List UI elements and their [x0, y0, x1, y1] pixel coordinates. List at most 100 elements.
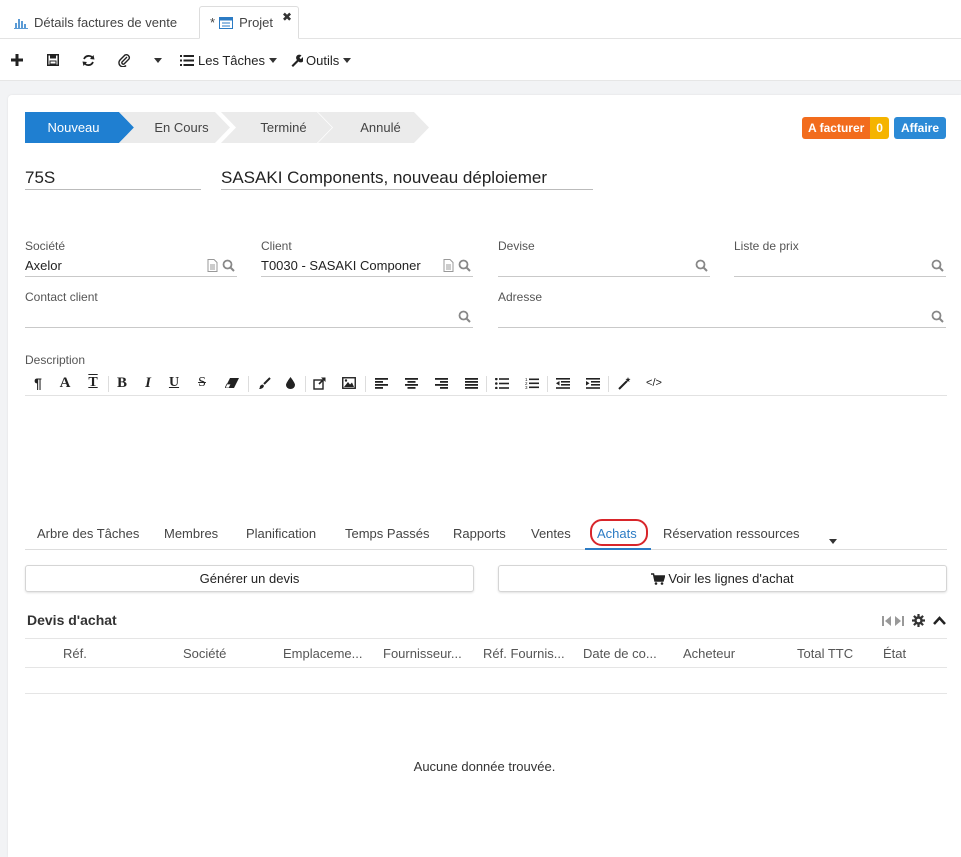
address-field[interactable]	[498, 309, 946, 328]
tab-sales[interactable]: Ventes	[531, 526, 571, 541]
column-header[interactable]: État	[883, 646, 943, 661]
search-icon[interactable]	[222, 259, 235, 272]
image-icon[interactable]	[340, 374, 358, 392]
search-icon[interactable]	[695, 259, 708, 272]
first-page-icon[interactable]	[882, 615, 891, 626]
tab-purchases[interactable]: Achats	[597, 526, 637, 541]
italic-icon[interactable]: I	[139, 374, 157, 392]
tab-reports[interactable]: Rapports	[453, 526, 506, 541]
separator	[248, 376, 249, 392]
align-left-icon[interactable]	[372, 374, 390, 392]
column-header[interactable]: Fournisseur...	[383, 646, 475, 661]
to-invoice-count: 0	[870, 117, 889, 139]
separator	[486, 376, 487, 392]
status-step-in-progress[interactable]: En Cours	[119, 112, 230, 143]
numbered-list-icon[interactable]: 123	[523, 374, 541, 392]
contact-field[interactable]	[25, 309, 473, 328]
document-icon[interactable]	[207, 259, 218, 272]
tab-time-spent[interactable]: Temps Passés	[345, 526, 430, 541]
company-field[interactable]: Axelor	[25, 258, 237, 277]
tab-sales-invoice-details[interactable]: Détails factures de vente	[4, 6, 196, 39]
tab-project[interactable]: * Projet ✖	[199, 6, 299, 39]
tasks-menu[interactable]: Les Tâches	[180, 51, 277, 69]
grid-header: Réf. Société Emplaceme... Fournisseur...…	[25, 638, 947, 668]
outdent-icon[interactable]	[554, 374, 572, 392]
client-field[interactable]: T0030 - SASAKI Componer	[261, 258, 473, 277]
magic-wand-icon[interactable]	[615, 374, 633, 392]
column-header[interactable]: Réf.	[63, 646, 153, 661]
empty-message: Aucune donnée trouvée.	[413, 759, 556, 774]
chevron-up-icon[interactable]	[933, 616, 946, 625]
chevron-down-icon	[343, 57, 352, 63]
tab-label-star: *	[210, 15, 216, 30]
more-dropdown[interactable]	[150, 51, 162, 69]
lower-tab-bar: Arbre des Tâches Membres Planification T…	[25, 519, 947, 550]
align-center-icon[interactable]	[402, 374, 420, 392]
external-link-icon[interactable]	[310, 374, 328, 392]
tab-members[interactable]: Membres	[164, 526, 218, 541]
separator	[608, 376, 609, 392]
code-icon[interactable]: </>	[645, 374, 663, 392]
status-step-label: En Cours	[154, 120, 209, 135]
paperclip-icon	[118, 54, 130, 67]
column-header[interactable]: Société	[183, 646, 273, 661]
badges: A facturer 0 Affaire	[802, 117, 946, 139]
gear-icon[interactable]	[912, 614, 925, 627]
to-invoice-label: A facturer	[802, 117, 871, 139]
status-step-done[interactable]: Terminé	[221, 112, 332, 143]
eraser-icon[interactable]	[223, 374, 241, 392]
align-right-icon[interactable]	[432, 374, 450, 392]
project-name-field[interactable]: SASAKI Components, nouveau déploiemer	[221, 168, 593, 190]
add-button[interactable]	[11, 51, 23, 69]
text-height-icon[interactable]: T	[84, 374, 102, 392]
tab-planning[interactable]: Planification	[246, 526, 316, 541]
to-invoice-badge[interactable]: A facturer 0	[802, 117, 889, 139]
indent-icon[interactable]	[584, 374, 602, 392]
view-purchase-lines-button[interactable]: Voir les lignes d'achat	[498, 565, 947, 592]
column-header[interactable]: Emplaceme...	[283, 646, 373, 661]
bold-icon[interactable]: B	[113, 374, 131, 392]
last-page-icon[interactable]	[895, 615, 904, 626]
align-justify-icon[interactable]	[462, 374, 480, 392]
refresh-button[interactable]	[82, 51, 95, 69]
pricelist-field[interactable]	[734, 258, 946, 277]
tabs-overflow-dropdown[interactable]	[829, 532, 837, 547]
chevron-down-icon	[268, 57, 277, 63]
paragraph-icon[interactable]: ¶	[29, 374, 47, 392]
close-icon[interactable]: ✖	[282, 10, 292, 24]
font-size-icon[interactable]: A	[56, 374, 74, 392]
search-icon[interactable]	[931, 259, 944, 272]
generate-quote-button[interactable]: Générer un devis	[25, 565, 474, 592]
svg-text:3: 3	[525, 385, 528, 389]
brush-icon[interactable]	[255, 374, 273, 392]
tools-menu[interactable]: Outils	[290, 51, 352, 69]
tab-task-tree[interactable]: Arbre des Tâches	[37, 526, 139, 541]
save-button[interactable]	[47, 51, 59, 69]
list-icon	[180, 54, 194, 66]
project-code-field[interactable]: 75S	[25, 168, 201, 190]
underline-icon[interactable]: U	[165, 374, 183, 392]
search-icon[interactable]	[458, 310, 471, 323]
column-header[interactable]: Réf. Fournis...	[483, 646, 575, 661]
client-label: Client	[261, 239, 292, 253]
column-header[interactable]: Total TTC	[797, 646, 877, 661]
ink-drop-icon[interactable]	[281, 374, 299, 392]
status-step-new[interactable]: Nouveau	[25, 112, 134, 143]
purchase-quotes-title: Devis d'achat	[27, 612, 117, 628]
view-purchase-lines-label: Voir les lignes d'achat	[668, 571, 794, 586]
strikethrough-icon[interactable]: S	[193, 374, 211, 392]
column-header[interactable]: Acheteur	[683, 646, 773, 661]
column-header[interactable]: Date de co...	[583, 646, 675, 661]
tab-resource-booking[interactable]: Réservation ressources	[663, 526, 800, 541]
bulleted-list-icon[interactable]	[493, 374, 511, 392]
separator	[108, 376, 109, 392]
business-badge[interactable]: Affaire	[893, 117, 946, 139]
save-icon	[47, 54, 59, 66]
search-icon[interactable]	[931, 310, 944, 323]
document-icon[interactable]	[443, 259, 454, 272]
status-step-cancelled[interactable]: Annulé	[318, 112, 429, 143]
search-icon[interactable]	[458, 259, 471, 272]
description-editor[interactable]	[25, 397, 947, 517]
currency-field[interactable]	[498, 258, 710, 277]
attachment-button[interactable]	[118, 51, 131, 69]
